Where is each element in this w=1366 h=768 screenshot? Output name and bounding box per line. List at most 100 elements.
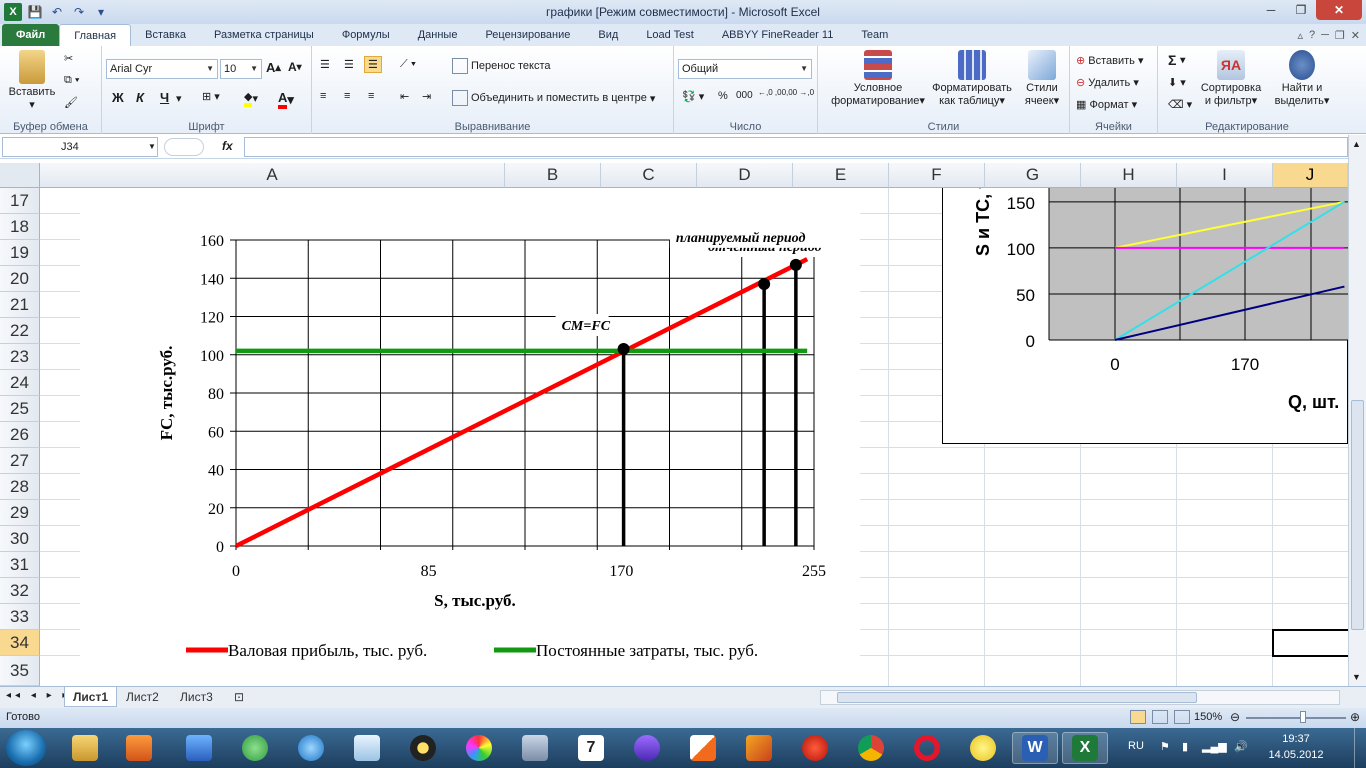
chrome-icon[interactable] — [848, 732, 894, 764]
sheet-tab-list2[interactable]: Лист2 — [118, 687, 167, 707]
notepad-icon[interactable] — [344, 732, 390, 764]
font-size-combo[interactable]: 10 ▼ — [220, 59, 262, 79]
row-header[interactable]: 25 — [0, 396, 40, 422]
align-right-icon[interactable]: ≡ — [368, 90, 374, 102]
column-header-b[interactable]: B — [505, 163, 601, 188]
archive-icon[interactable] — [176, 732, 222, 764]
horizontal-scrollbar[interactable] — [820, 690, 1340, 705]
cut-icon[interactable]: ✂ — [64, 52, 73, 65]
ribbon-collapse-icon[interactable]: ▵ — [1297, 29, 1303, 42]
page-break-view-icon[interactable] — [1174, 710, 1190, 724]
format-cells-button[interactable]: ▦ Формат ▾ — [1076, 98, 1137, 112]
help-icon[interactable]: ? — [1309, 29, 1315, 41]
scroll-down-icon[interactable]: ▼ — [1352, 672, 1361, 682]
name-box-dropdown-icon[interactable]: ▼ — [148, 142, 156, 151]
tab-data[interactable]: Данные — [404, 24, 472, 46]
tab-team[interactable]: Team — [847, 24, 902, 46]
horizontal-scroll-thumb[interactable] — [837, 692, 1197, 703]
align-left-icon[interactable]: ≡ — [320, 90, 326, 102]
excel-taskbar-icon[interactable]: X — [1062, 732, 1108, 764]
paste-button[interactable]: Вставить ▾ — [4, 50, 60, 112]
row-header[interactable]: 34 — [0, 630, 40, 656]
doc-minimize-icon[interactable]: ─ — [1321, 29, 1329, 41]
calculator-icon[interactable] — [512, 732, 558, 764]
font-name-combo[interactable]: Arial Cyr ▼ — [106, 59, 218, 79]
merge-center-button[interactable]: Объединить и поместить в центре ▾ — [452, 90, 655, 106]
chart-main[interactable]: 020406080100120140160085170255CM=FCотчет… — [80, 188, 860, 686]
row-header[interactable]: 35 — [0, 656, 40, 686]
clock-date[interactable]: 14.05.2012 — [1256, 749, 1336, 761]
tab-insert[interactable]: Вставка — [131, 24, 200, 46]
align-bottom-icon[interactable]: ☰ — [364, 56, 382, 73]
format-as-table-button[interactable]: Форматировать как таблицу▾ — [930, 50, 1014, 108]
zoom-level[interactable]: 150% — [1194, 711, 1222, 723]
fill-icon[interactable]: ⬇ ▾ — [1168, 76, 1186, 89]
tab-formulas[interactable]: Формулы — [328, 24, 404, 46]
row-header[interactable]: 28 — [0, 474, 40, 500]
row-header[interactable]: 24 — [0, 370, 40, 396]
align-middle-icon[interactable]: ☰ — [344, 58, 354, 71]
autosum-button[interactable]: Σ ▾ — [1168, 52, 1185, 68]
paint-icon[interactable] — [456, 732, 502, 764]
tab-page-layout[interactable]: Разметка страницы — [200, 24, 328, 46]
increase-indent-icon[interactable]: ⇥ — [422, 90, 431, 103]
underline-dropdown-icon[interactable]: ▾ — [176, 92, 182, 105]
tray-volume-icon[interactable]: 🔊 — [1234, 740, 1248, 753]
font-color-icon[interactable]: A ▾ — [278, 90, 294, 109]
zoom-slider-thumb[interactable] — [1300, 711, 1306, 723]
row-header[interactable]: 19 — [0, 240, 40, 266]
thousands-button[interactable]: 000 — [736, 90, 753, 101]
tab-load-test[interactable]: Load Test — [632, 24, 708, 46]
decrease-decimal-button[interactable]: ,00 →,0 — [786, 88, 814, 97]
undo-icon[interactable]: ↶ — [48, 3, 66, 21]
clear-icon[interactable]: ⌫ ▾ — [1168, 98, 1192, 111]
tray-network-icon[interactable]: ▂▄▆ — [1202, 740, 1227, 753]
column-header-a[interactable]: A — [40, 163, 505, 188]
matlab-icon[interactable] — [736, 732, 782, 764]
percent-button[interactable]: % — [718, 90, 728, 102]
formula-bar-resize-handle[interactable] — [164, 138, 204, 156]
redo-icon[interactable]: ↷ — [70, 3, 88, 21]
sort-filter-button[interactable]: ЯА Сортировка и фильтр▾ — [1196, 50, 1266, 108]
doc-close-icon[interactable]: ✕ — [1351, 29, 1360, 42]
bulb-app-icon[interactable] — [960, 732, 1006, 764]
conditional-formatting-button[interactable]: Условное форматирование▾ — [822, 50, 934, 108]
messenger-icon[interactable] — [232, 732, 278, 764]
column-header-e[interactable]: E — [793, 163, 889, 188]
number-format-combo[interactable]: Общий ▼ — [678, 59, 812, 79]
wrap-text-button[interactable]: Перенос текста — [452, 58, 551, 74]
format-painter-icon[interactable]: 🖌 — [64, 96, 78, 109]
writer-icon[interactable] — [680, 732, 726, 764]
explorer-icon[interactable] — [62, 732, 108, 764]
copy-icon[interactable]: ⧉ ▾ — [64, 74, 80, 87]
close-icon[interactable]: ✕ — [1316, 0, 1362, 20]
7zip-icon[interactable]: 7 — [568, 732, 614, 764]
maximize-icon[interactable]: ❐ — [1286, 0, 1316, 20]
tab-view[interactable]: Вид — [584, 24, 632, 46]
select-all-corner[interactable] — [0, 163, 40, 188]
row-header[interactable]: 32 — [0, 578, 40, 604]
save-icon[interactable]: 💾 — [26, 3, 44, 21]
show-desktop-button[interactable] — [1354, 728, 1366, 768]
zoom-slider[interactable] — [1246, 717, 1346, 719]
row-header[interactable]: 23 — [0, 344, 40, 370]
row-header[interactable]: 17 — [0, 188, 40, 214]
column-header-g[interactable]: G — [985, 163, 1081, 188]
row-header[interactable]: 31 — [0, 552, 40, 578]
insert-sheet-icon[interactable]: ⊡ — [226, 687, 252, 707]
currency-icon[interactable]: 💱 ▾ — [682, 90, 704, 103]
orientation-icon[interactable]: ⟋ ▾ — [400, 58, 416, 71]
shrink-font-icon[interactable]: A ▾ — [288, 60, 302, 74]
chart-secondary[interactable]: 0 50 100 150 0 170 Q, шт. S и ТС, т — [942, 188, 1348, 444]
grow-font-icon[interactable]: A ▴ — [266, 60, 281, 75]
column-header-f[interactable]: F — [889, 163, 985, 188]
underline-button[interactable]: Ч — [160, 90, 169, 105]
tab-abbyy[interactable]: ABBYY FineReader 11 — [708, 24, 848, 46]
tray-battery-icon[interactable]: ▮ — [1182, 740, 1188, 753]
increase-decimal-button[interactable]: ←,0 ,00 — [758, 88, 786, 97]
cell-grid[interactable]: 020406080100120140160085170255CM=FCотчет… — [40, 188, 1348, 686]
tab-review[interactable]: Рецензирование — [471, 24, 584, 46]
normal-view-icon[interactable] — [1130, 710, 1146, 724]
row-header[interactable]: 22 — [0, 318, 40, 344]
row-header[interactable]: 21 — [0, 292, 40, 318]
